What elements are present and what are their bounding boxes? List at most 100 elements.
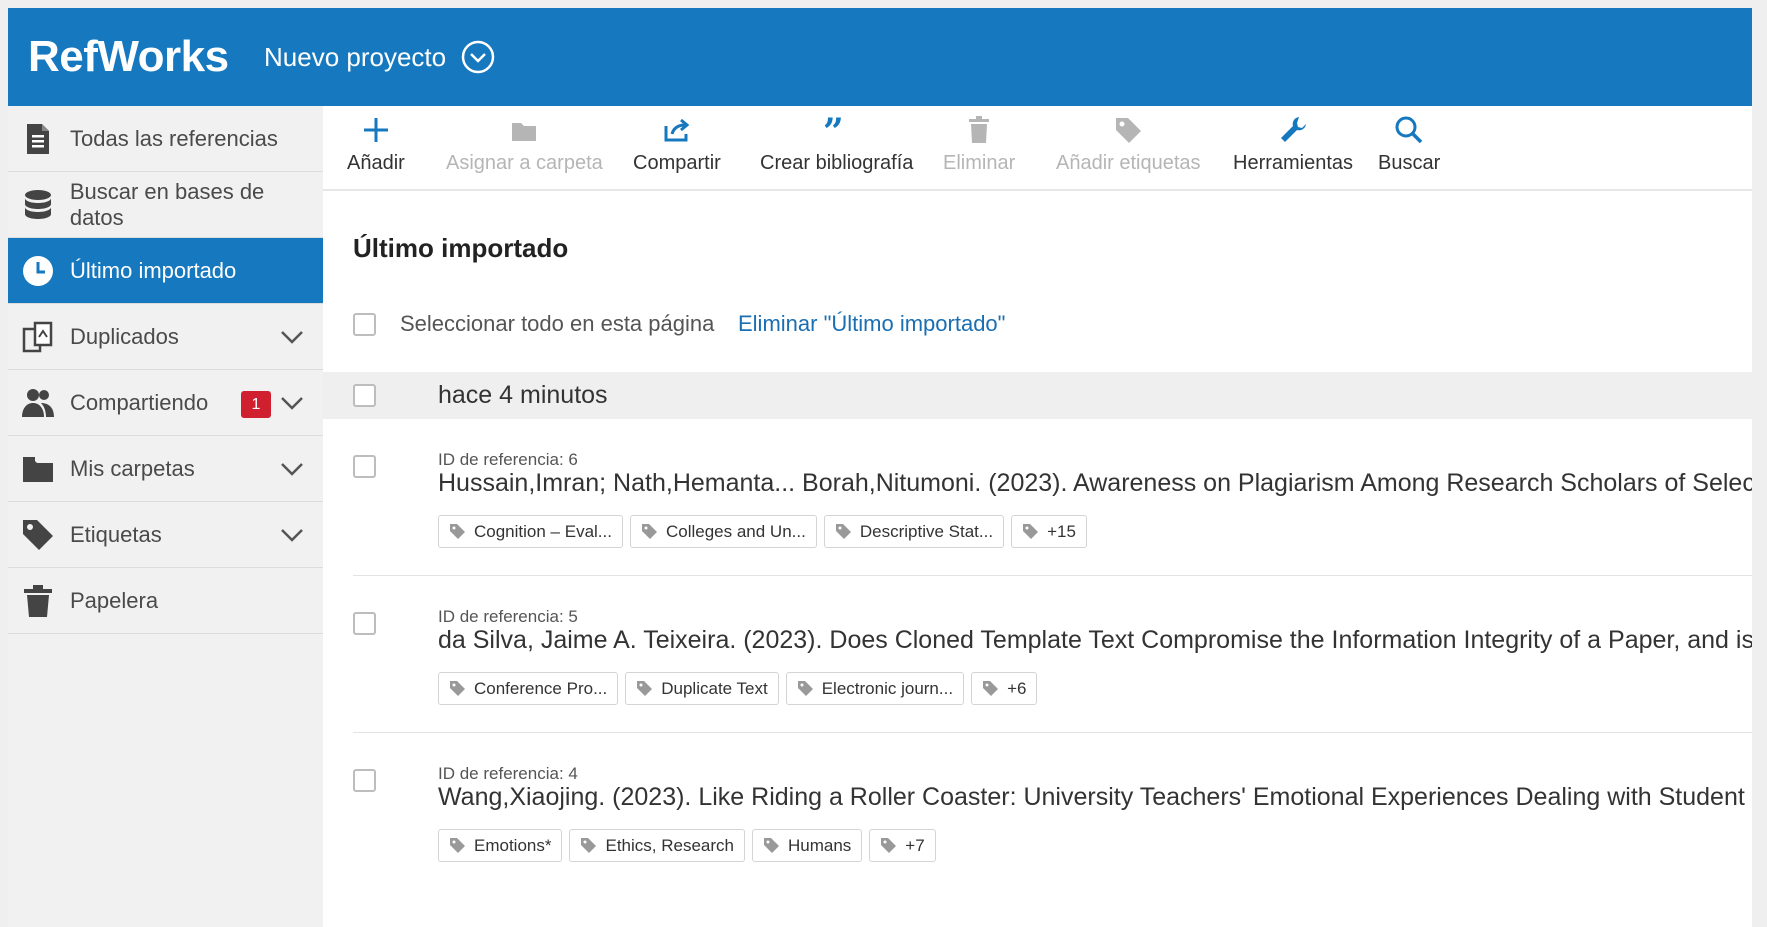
sidebar-item-label: Papelera [70,587,159,613]
clock-icon [20,253,56,289]
document-icon [20,121,56,157]
tools-button-label: Herramientas [1233,152,1354,174]
tag-icon [20,517,56,553]
tag-label: Cognition – Eval... [474,521,612,541]
add-tags-button[interactable]: Añadir etiquetas [1056,106,1201,175]
reference-id: ID de referencia: 5 [438,607,578,626]
top-header: RefWorks Nuevo proyecto [8,8,1752,106]
more-tags-chip[interactable]: +15 [1011,515,1087,548]
sidebar-item-label: Buscar en bases de datos [69,178,265,230]
select-all-checkbox[interactable] [353,313,376,336]
tag-icon [835,524,851,539]
reference-checkbox[interactable] [353,612,376,635]
trash-icon [969,116,990,143]
sidebar-item-last-imported[interactable]: Último importado [8,238,323,304]
add-button-label: Añadir [347,152,405,174]
reference-item[interactable]: ID de referencia: 5 da Silva, Jaime A. T… [323,576,1752,733]
tag-chip[interactable]: Ethics, Research [569,829,745,862]
delete-last-imported-link[interactable]: Eliminar "Último importado" [738,311,1005,337]
tools-button[interactable]: Herramientas [1233,106,1353,175]
tag-label: Emotions* [474,835,552,855]
tag-chip[interactable]: Descriptive Stat... [823,515,1005,548]
tag-chip[interactable]: Duplicate Text [625,672,779,705]
sidebar: Todas las referencias Buscar en bases de… [8,106,323,927]
duplicates-icon [20,319,56,355]
main-content: Último importado Seleccionar todo en est… [323,191,1752,927]
tag-label: +15 [1047,521,1076,541]
assign-folder-label: Asignar a carpeta [446,152,603,174]
delete-button[interactable]: Eliminar [943,106,1015,175]
page-title: Último importado [353,233,569,263]
sidebar-item-sharing[interactable]: Compartiendo 1 [8,370,323,436]
trash-icon [20,583,56,619]
sidebar-item-label: Etiquetas [70,521,162,547]
chevron-down-icon[interactable] [279,522,305,548]
wrench-icon [1281,117,1307,142]
tag-chip[interactable]: Emotions* [438,829,563,862]
tag-label: Electronic journ... [821,678,954,698]
tag-icon [797,681,813,696]
tag-icon [581,838,597,853]
project-name: Nuevo proyecto [264,41,447,72]
tag-chip[interactable]: Conference Pro... [438,672,619,705]
tag-chip[interactable]: Electronic journ... [785,672,965,705]
tag-label: +6 [1007,678,1027,698]
sidebar-item-tags[interactable]: Etiquetas [8,502,323,568]
tag-icon [1116,118,1142,143]
tag-icon [641,524,657,539]
more-tags-chip[interactable]: +7 [869,829,936,862]
folder-icon [20,451,56,487]
sidebar-item-trash[interactable]: Papelera [8,568,323,634]
add-button[interactable]: Añadir [347,106,405,175]
reference-checkbox[interactable] [353,769,376,792]
tag-chip[interactable]: Colleges and Un... [629,515,817,548]
chevron-down-icon[interactable] [279,456,305,482]
tag-chip[interactable]: Humans [751,829,863,862]
tag-label: Humans [787,835,852,855]
tag-label: Duplicate Text [661,678,768,698]
tag-list: Conference Pro... Duplicate Text Electro… [438,672,1038,705]
tag-label: Conference Pro... [474,678,608,698]
reference-checkbox[interactable] [353,455,376,478]
svg-text:”: ” [823,114,844,146]
share-icon [664,118,690,142]
sidebar-item-my-folders[interactable]: Mis carpetas [8,436,323,502]
tag-label: Descriptive Stat... [859,521,994,541]
plus-icon [363,118,388,142]
create-bibliography-button[interactable]: ” Crear bibliografía [760,106,913,175]
reference-citation[interactable]: Hussain,Imran; Nath,Hemanta... Borah,Nit… [438,469,1752,498]
chevron-down-icon[interactable] [279,324,305,350]
reference-id: ID de referencia: 6 [438,450,578,469]
tag-icon [1023,524,1039,539]
tag-icon [637,681,653,696]
sidebar-item-label: Mis carpetas [70,455,195,481]
quote-icon: ” [823,114,844,146]
sidebar-item-search-databases[interactable]: Buscar en bases de datos [8,172,323,238]
reference-item[interactable]: ID de referencia: 6 Hussain,Imran; Nath,… [323,419,1752,576]
sidebar-item-label: Duplicados [70,323,179,349]
search-button[interactable]: Buscar [1378,106,1440,175]
sidebar-item-all-references[interactable]: Todas las referencias [8,106,323,172]
tag-icon [983,681,999,696]
reference-item[interactable]: ID de referencia: 4 Wang,Xiaojing. (2023… [323,733,1752,890]
search-icon [1395,116,1423,144]
app-window: RefWorks Nuevo proyecto Todas las refere… [8,8,1752,927]
reference-citation[interactable]: Wang,Xiaojing. (2023). Like Riding a Rol… [438,783,1752,812]
tag-icon [450,524,465,539]
tag-label: Ethics, Research [605,835,734,855]
reference-citation[interactable]: da Silva, Jaime A. Teixeira. (2023). Doe… [438,626,1752,655]
sidebar-item-duplicates[interactable]: Duplicados [8,304,323,370]
more-tags-chip[interactable]: +6 [971,672,1038,705]
tag-chip[interactable]: Cognition – Eval... [438,515,623,548]
refworks-logo[interactable]: RefWorks [28,32,248,82]
tag-list: Emotions* Ethics, Research Humans +7 [438,829,936,862]
project-selector[interactable]: Nuevo proyecto [264,39,496,75]
assign-folder-button[interactable]: Asignar a carpeta [446,106,603,175]
database-icon [20,187,56,223]
delete-button-label: Eliminar [943,152,1016,174]
group-checkbox[interactable] [353,384,376,407]
share-button[interactable]: Compartir [633,106,721,175]
tag-icon [450,838,465,853]
toolbar: Añadir Asignar a carpeta Compartir ” Cre… [323,106,1752,191]
chevron-down-icon[interactable] [279,390,305,416]
